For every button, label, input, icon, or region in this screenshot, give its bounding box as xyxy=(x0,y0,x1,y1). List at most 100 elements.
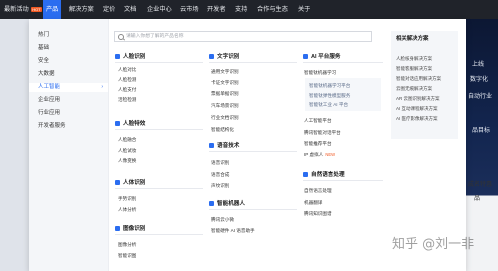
product-link[interactable]: 图像分析 xyxy=(118,241,136,248)
nav-item-developers[interactable]: 开发者 xyxy=(207,0,226,19)
voice-icon xyxy=(209,142,214,148)
search-input[interactable] xyxy=(126,32,366,41)
related-solutions-panel: 相关解决方案 人脸核身解决方案 智能客服解决方案 智能对话应用解决方案 云图无痕… xyxy=(391,31,458,139)
product-link[interactable]: 人脸融合 xyxy=(118,136,136,143)
nav-item-label: 云市场 xyxy=(180,6,199,13)
product-sublink[interactable]: 智能钛弹性模型服务 xyxy=(309,92,350,99)
nav-item-docs[interactable]: 文档 xyxy=(124,0,136,19)
nav-item-about[interactable]: 关于 xyxy=(298,0,310,19)
product-link[interactable]: 人体分析 xyxy=(118,206,136,213)
product-link[interactable]: 腾讯知识图谱 xyxy=(304,210,332,217)
nav-item-partners[interactable]: 合作与生态 xyxy=(257,0,288,19)
product-link[interactable]: 自然语言处理 xyxy=(304,187,332,194)
category-heading-label: 智能机器人 xyxy=(217,201,245,207)
product-link[interactable]: 人像变换 xyxy=(118,157,136,164)
category-heading-label: 人脸识别 xyxy=(123,54,146,60)
product-link[interactable]: 人工智能平台 xyxy=(304,117,332,124)
divider xyxy=(209,151,297,152)
sidebar-item-label: 基础 xyxy=(38,45,50,51)
solution-link[interactable]: 云图无痕解决方案 xyxy=(396,85,432,92)
product-link[interactable]: 人脸试妆 xyxy=(118,147,136,154)
sidebar-item-label: 人工智能 xyxy=(38,84,61,90)
category-heading[interactable]: 语音技术 xyxy=(209,142,239,150)
face-effects-icon xyxy=(115,120,120,126)
background-text: 自动行业 xyxy=(468,94,493,100)
category-heading[interactable]: AI 平台服务 xyxy=(303,53,341,61)
sidebar-item-security[interactable]: 安全 xyxy=(38,57,49,66)
product-link[interactable]: 人脸对比 xyxy=(118,66,136,73)
product-search-box xyxy=(114,31,372,42)
product-sublink[interactable]: 智能钛工业 AI 平台 xyxy=(309,101,348,108)
sidebar-item-developer-services[interactable]: 开发者服务 xyxy=(38,122,66,131)
nav-item-support[interactable]: 支持 xyxy=(235,0,247,19)
product-link[interactable]: 腾讯智能对话平台 xyxy=(304,129,341,136)
nav-item-marketplace[interactable]: 云市场 xyxy=(180,0,199,19)
image-icon xyxy=(115,225,120,231)
product-link[interactable]: 智能识图 xyxy=(118,252,136,259)
nav-item-solutions[interactable]: 解决方案 xyxy=(69,0,94,19)
category-heading[interactable]: 智能机器人 xyxy=(209,200,245,208)
product-link[interactable]: 智能钛机器学习 xyxy=(304,69,336,76)
nlp-icon xyxy=(303,171,308,177)
product-link[interactable]: 行业文档识别 xyxy=(211,114,239,121)
solution-link[interactable]: 智能对话应用解决方案 xyxy=(396,75,441,82)
solution-link[interactable]: AI 互动课程解决方案 xyxy=(396,105,438,112)
nav-item-label: 开发者 xyxy=(207,6,226,13)
nav-item-latest[interactable]: 最新活动 HOT xyxy=(4,0,43,19)
product-link[interactable]: 智能硬件 AI 语音助手 xyxy=(211,227,255,234)
hot-badge: HOT xyxy=(30,6,43,12)
sidebar-item-label: 大数据 xyxy=(38,71,55,77)
solution-link[interactable]: 人脸核身解决方案 xyxy=(396,55,432,62)
sidebar-item-basic[interactable]: 基础 xyxy=(38,44,49,53)
sidebar-item-label: 企业应用 xyxy=(38,97,61,103)
sidebar-item-label: 行业应用 xyxy=(38,110,61,116)
product-link[interactable]: 活检检测 xyxy=(118,96,136,103)
product-link[interactable]: 汽车场景识别 xyxy=(211,102,239,109)
nav-item-products[interactable]: 产品 xyxy=(43,0,62,19)
category-heading[interactable]: 图像识别 xyxy=(115,225,145,233)
category-heading[interactable]: 人脸识别 xyxy=(115,53,145,61)
sidebar-item-label: 安全 xyxy=(38,58,50,64)
solution-link[interactable]: 智能客服解决方案 xyxy=(396,65,432,72)
product-link[interactable]: 人脸支付 xyxy=(118,86,136,93)
sidebar-item-ai[interactable]: 人工智能 › xyxy=(29,83,108,92)
product-link[interactable]: 语音识别 xyxy=(211,159,229,166)
product-link[interactable]: 智能推荐平台 xyxy=(304,140,332,147)
divider xyxy=(303,180,383,181)
chevron-right-icon: › xyxy=(101,84,103,90)
product-link[interactable]: 通用文字识别 xyxy=(211,68,239,75)
product-sublink[interactable]: 智能钛机器学习平台 xyxy=(309,82,350,89)
nav-item-label: 解决方案 xyxy=(69,6,94,13)
nav-item-enterprise[interactable]: 企业中心 xyxy=(147,0,172,19)
nav-item-label: 关于 xyxy=(298,6,311,13)
sidebar-item-bigdata[interactable]: 大数据 xyxy=(38,70,55,79)
sidebar-item-hot[interactable]: 热门 xyxy=(38,31,49,40)
product-link[interactable]: 卡证文字识别 xyxy=(211,79,239,86)
category-heading-label: 人体识别 xyxy=(123,180,146,186)
sidebar-item-enterprise-apps[interactable]: 企业应用 xyxy=(38,96,60,105)
category-heading[interactable]: 人体识别 xyxy=(115,179,145,187)
nav-item-label: 产品 xyxy=(46,6,59,13)
category-heading[interactable]: 人脸特效 xyxy=(115,120,145,128)
product-link[interactable]: 票据单据识别 xyxy=(211,90,239,97)
top-navigation-bar: 最新活动 HOT 产品 解决方案 定价 文档 企业中心 云市场 开发者 支持 合作… xyxy=(0,0,498,19)
background-text: 成名特惠 xyxy=(468,182,493,188)
sidebar-item-industry-apps[interactable]: 行业应用 xyxy=(38,109,60,118)
product-link[interactable]: 智能结构化 xyxy=(211,126,234,133)
product-link[interactable]: 语音合成 xyxy=(211,171,229,178)
nav-item-label: 合作与生态 xyxy=(257,6,288,13)
product-link[interactable]: 机器翻译 xyxy=(304,199,322,206)
background-text: 上线 xyxy=(472,62,485,68)
product-link[interactable]: 声纹识别 xyxy=(211,182,229,189)
product-link[interactable]: 人脸检测 xyxy=(118,76,136,83)
divider xyxy=(303,62,383,63)
product-link[interactable]: IP 虚拟人 NEW xyxy=(304,151,335,158)
product-link[interactable]: 手势识别 xyxy=(118,195,136,202)
nav-item-pricing[interactable]: 定价 xyxy=(103,0,115,19)
category-heading-label: 人脸特效 xyxy=(123,121,146,127)
solution-link[interactable]: AI 医疗影像解决方案 xyxy=(396,115,438,122)
product-link[interactable]: 腾讯云小微 xyxy=(211,216,234,223)
category-heading[interactable]: 文字识别 xyxy=(209,53,239,61)
category-heading[interactable]: 自然语言处理 xyxy=(303,171,345,179)
solution-link[interactable]: AR 云图识别解决方案 xyxy=(396,95,440,102)
